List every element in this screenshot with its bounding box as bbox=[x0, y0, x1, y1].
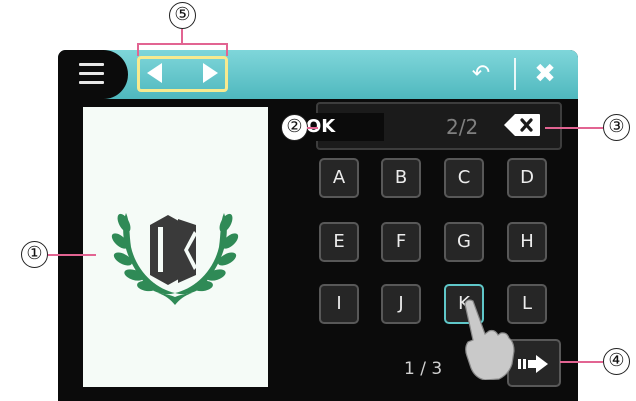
callout-line-4 bbox=[560, 361, 603, 363]
key-h[interactable]: H bbox=[507, 222, 547, 262]
callout-bracket-5-left bbox=[137, 43, 139, 56]
hamburger-icon bbox=[79, 63, 104, 85]
right-arrow-icon[interactable] bbox=[203, 63, 218, 83]
toolbar bbox=[58, 50, 578, 99]
callout-5: ⑤ bbox=[169, 2, 196, 29]
pointing-hand-icon bbox=[464, 299, 515, 380]
left-arrow-icon[interactable] bbox=[147, 63, 162, 83]
key-j[interactable]: J bbox=[381, 284, 421, 324]
next-page-icon bbox=[518, 355, 548, 373]
callout-3: ③ bbox=[603, 114, 630, 141]
undo-icon[interactable]: ↶ bbox=[467, 62, 495, 86]
callout-line-5 bbox=[181, 29, 183, 44]
key-b[interactable]: B bbox=[381, 158, 421, 198]
callout-bracket-5-right bbox=[226, 43, 228, 56]
key-c[interactable]: C bbox=[444, 158, 484, 198]
key-e[interactable]: E bbox=[319, 222, 359, 262]
callout-line-1 bbox=[48, 254, 96, 256]
next-page-button[interactable] bbox=[507, 339, 561, 387]
callout-4: ④ bbox=[603, 348, 630, 375]
toolbar-divider bbox=[514, 58, 516, 90]
close-icon[interactable]: ✖ bbox=[531, 60, 559, 88]
callout-bracket-5 bbox=[137, 43, 228, 45]
key-a[interactable]: A bbox=[319, 158, 359, 198]
monogram-preview bbox=[111, 213, 239, 305]
callout-2: ② bbox=[281, 114, 308, 141]
callout-line-2 bbox=[307, 127, 318, 129]
key-g[interactable]: G bbox=[444, 222, 484, 262]
backspace-icon[interactable] bbox=[503, 113, 541, 137]
key-f[interactable]: F bbox=[381, 222, 421, 262]
key-i[interactable]: I bbox=[319, 284, 359, 324]
callout-line-3 bbox=[545, 127, 603, 129]
monogram-letters bbox=[150, 215, 197, 285]
key-d[interactable]: D bbox=[507, 158, 547, 198]
keyboard-page-indicator: 1 / 3 bbox=[404, 359, 443, 379]
callout-1: ① bbox=[21, 241, 48, 268]
character-count: 2/2 bbox=[446, 115, 479, 139]
